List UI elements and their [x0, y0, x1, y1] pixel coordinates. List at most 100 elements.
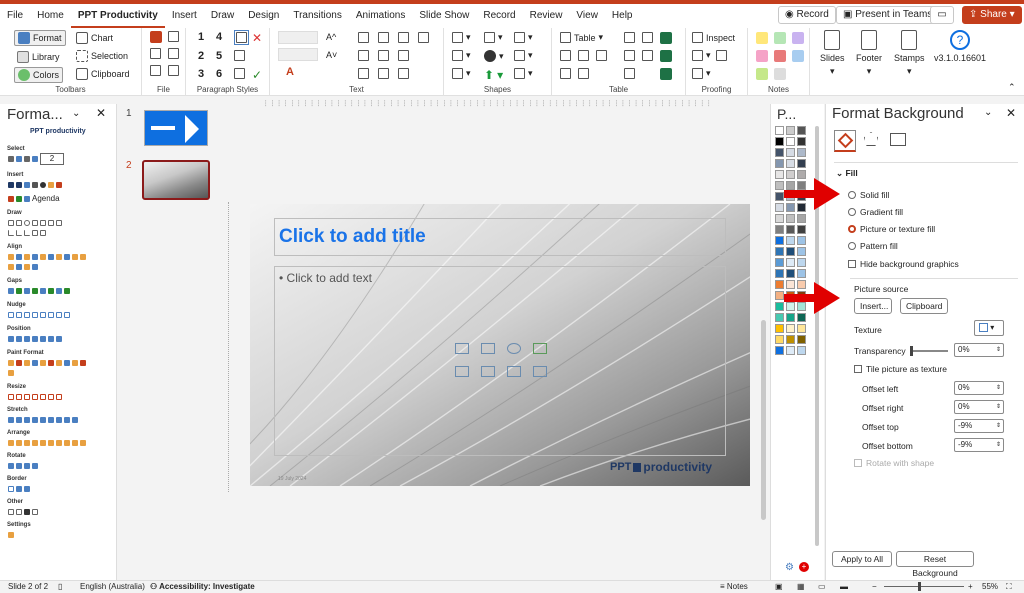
font-color-button[interactable]: A: [286, 66, 294, 78]
offset-top-input[interactable]: -9% ⇕: [954, 419, 1004, 433]
align-icon[interactable]: [8, 254, 14, 260]
effects-tab-pentagon-icon[interactable]: [864, 132, 878, 146]
colors-button[interactable]: Colors: [14, 67, 64, 83]
gaps-icon[interactable]: [40, 288, 46, 294]
palette-add-icon[interactable]: +: [799, 562, 809, 572]
table-row-1[interactable]: [560, 50, 571, 61]
resize-icon[interactable]: [8, 394, 14, 400]
tab-draw[interactable]: Draw: [204, 4, 241, 28]
tab-design[interactable]: Design: [241, 4, 286, 28]
color-swatch[interactable]: [797, 346, 806, 355]
grid-icon[interactable]: [150, 48, 161, 59]
align-right-button[interactable]: [398, 32, 409, 43]
selection-button[interactable]: Selection: [76, 50, 128, 62]
stretch-icon[interactable]: [32, 417, 38, 423]
paint-icon[interactable]: [64, 360, 70, 366]
gradient-fill-option[interactable]: Gradient fill: [848, 207, 903, 217]
select-icon[interactable]: [32, 156, 38, 162]
color-swatch[interactable]: [786, 126, 795, 135]
sticky-note-gray[interactable]: [774, 68, 786, 80]
style-6-button[interactable]: 6: [216, 68, 222, 80]
insert-online-picture-icon[interactable]: [455, 366, 469, 377]
position-icon[interactable]: [48, 336, 54, 342]
language-indicator[interactable]: English (Australia): [80, 581, 145, 593]
border-icon[interactable]: [8, 486, 14, 492]
color-swatch[interactable]: [797, 258, 806, 267]
color-swatch[interactable]: [775, 247, 784, 256]
paint-icon[interactable]: [8, 360, 14, 366]
zoom-out-icon[interactable]: −: [872, 581, 877, 593]
library-button[interactable]: Library: [14, 50, 63, 64]
draw-icon[interactable]: [32, 230, 38, 236]
color-swatch[interactable]: [786, 148, 795, 157]
spin-arrows-icon[interactable]: ⇕: [996, 420, 1001, 432]
arrange-icon[interactable]: [32, 440, 38, 446]
position-icon[interactable]: [8, 336, 14, 342]
paint-icon[interactable]: [80, 360, 86, 366]
zoom-in-icon[interactable]: +: [968, 581, 973, 593]
insert-icon[interactable]: [8, 182, 14, 188]
excel-button[interactable]: [660, 32, 672, 44]
color-swatch[interactable]: [797, 236, 806, 245]
arrow-up-button[interactable]: ⬆ ▾: [484, 68, 503, 82]
color-swatch[interactable]: [797, 335, 806, 344]
position-icon[interactable]: [56, 336, 62, 342]
color-swatch[interactable]: [786, 346, 795, 355]
paint-icon[interactable]: [16, 360, 22, 366]
border-icon[interactable]: [24, 486, 30, 492]
color-swatch[interactable]: [797, 137, 806, 146]
sticky-note-yellow[interactable]: [756, 32, 768, 44]
clear-style-button[interactable]: ✕: [252, 31, 262, 45]
tab-ppt-productivity[interactable]: PPT Productivity: [70, 4, 165, 28]
spin-arrows-icon[interactable]: ⇕: [996, 382, 1001, 394]
slide-2[interactable]: Click to add title • Click to add text 1…: [250, 204, 750, 486]
align-icon[interactable]: [16, 264, 22, 270]
shape-style-button[interactable]: ▾: [452, 68, 471, 79]
style-4-button[interactable]: 4: [216, 31, 222, 43]
picture-texture-fill-option[interactable]: Picture or texture fill: [848, 224, 935, 234]
align-icon[interactable]: [80, 254, 86, 260]
nudge-icon[interactable]: [64, 312, 70, 318]
zoom-slider[interactable]: [884, 586, 964, 587]
transparency-slider[interactable]: [910, 346, 948, 356]
zoom-slider-thumb[interactable]: [918, 582, 921, 591]
indent-less-button[interactable]: [378, 68, 389, 79]
line-shape-button[interactable]: ▾: [484, 32, 503, 43]
border-icon[interactable]: [16, 486, 22, 492]
title-placeholder[interactable]: Click to add title: [274, 218, 726, 256]
gaps-icon[interactable]: [48, 288, 54, 294]
arrange-icon[interactable]: [24, 440, 30, 446]
tile-picture-checkbox[interactable]: Tile picture as texture: [854, 364, 947, 374]
content-placeholder[interactable]: • Click to add text: [274, 266, 726, 456]
notes-button[interactable]: ≡ Notes: [720, 581, 748, 593]
office-icon[interactable]: [150, 31, 162, 43]
arrange-icon[interactable]: [16, 440, 22, 446]
color-swatch[interactable]: [775, 346, 784, 355]
slide-thumbnail-2[interactable]: [142, 160, 210, 200]
chevron-down-icon[interactable]: ⌄: [984, 107, 992, 118]
stretch-icon[interactable]: [64, 417, 70, 423]
apply-to-all-button[interactable]: Apply to All: [832, 551, 892, 567]
proofing-tool-3[interactable]: ▾: [692, 68, 711, 79]
insert-picture-icon[interactable]: [455, 343, 469, 354]
insert-icon[interactable]: [40, 182, 46, 188]
tab-home[interactable]: Home: [30, 4, 71, 28]
sticky-note-blue[interactable]: [792, 50, 804, 62]
offset-left-input[interactable]: 0% ⇕: [954, 381, 1004, 395]
paste-icon[interactable]: [168, 65, 179, 76]
select-count-input[interactable]: 2: [40, 153, 64, 165]
paint-icon[interactable]: [32, 360, 38, 366]
offset-right-input[interactable]: 0% ⇕: [954, 400, 1004, 414]
bullets-button[interactable]: [234, 50, 245, 61]
arrange-icon[interactable]: [40, 440, 46, 446]
table-row-3[interactable]: [596, 50, 607, 61]
table-col-1[interactable]: [624, 50, 635, 61]
insert-table-icon[interactable]: [507, 366, 521, 377]
stretch-icon[interactable]: [48, 417, 54, 423]
color-swatch[interactable]: [797, 148, 806, 157]
insert-icon[interactable]: [8, 195, 14, 202]
texture-dropdown[interactable]: ▾: [974, 320, 1004, 336]
stretch-icon[interactable]: [24, 417, 30, 423]
other-icon[interactable]: [24, 509, 30, 515]
inspect-button[interactable]: Inspect: [692, 32, 735, 43]
